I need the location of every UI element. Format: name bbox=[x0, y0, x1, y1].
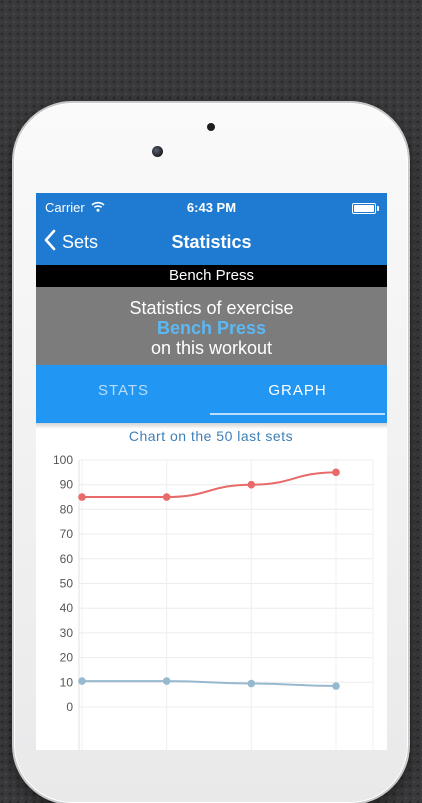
y-tick-label: 80 bbox=[60, 502, 74, 516]
description-exercise: Bench Press bbox=[156, 318, 267, 338]
chart-title: Chart on the 50 last sets bbox=[129, 428, 293, 444]
data-point bbox=[78, 677, 86, 685]
y-tick-label: 0 bbox=[66, 700, 73, 714]
status-bar: Carrier 6:43 PM bbox=[36, 193, 387, 221]
y-tick-label: 10 bbox=[60, 675, 74, 689]
page-title: Statistics bbox=[171, 232, 252, 252]
y-tick-label: 20 bbox=[60, 651, 74, 665]
tab-bar: STATS GRAPH bbox=[36, 365, 387, 423]
data-point bbox=[332, 468, 340, 477]
app-screen: Carrier 6:43 PM Sets Statistics Bench Pr… bbox=[36, 193, 387, 750]
y-tick-label: 70 bbox=[60, 527, 74, 541]
exercise-name-bar: Bench Press bbox=[36, 265, 387, 287]
exercise-description: Statistics of exercise Bench Press on th… bbox=[36, 287, 387, 365]
y-tick-label: 60 bbox=[60, 552, 74, 566]
active-tab-indicator bbox=[210, 413, 385, 415]
description-line-3: on this workout bbox=[150, 338, 273, 358]
data-point bbox=[162, 493, 171, 501]
description-line-1: Statistics of exercise bbox=[129, 298, 294, 318]
clock: 6:43 PM bbox=[186, 200, 237, 215]
y-tick-label: 30 bbox=[60, 626, 74, 640]
data-point bbox=[162, 677, 171, 685]
y-tick-label: 100 bbox=[53, 453, 73, 467]
data-point bbox=[332, 682, 340, 690]
tab-graph-label: GRAPH bbox=[268, 382, 327, 399]
tab-stats[interactable]: STATS bbox=[36, 365, 211, 423]
y-tick-label: 90 bbox=[60, 478, 74, 492]
y-tick-label: 50 bbox=[60, 577, 74, 591]
tab-graph[interactable]: GRAPH bbox=[210, 365, 385, 423]
line-chart: Chart on the 50 last sets 100 90 80 70 60 50 4… bbox=[36, 425, 387, 750]
front-camera bbox=[152, 146, 163, 157]
header: Carrier 6:43 PM Sets Statistics bbox=[36, 193, 387, 265]
y-tick-label: 40 bbox=[60, 601, 74, 615]
data-point bbox=[247, 480, 256, 489]
data-point bbox=[78, 493, 86, 501]
proximity-sensor bbox=[207, 123, 215, 131]
battery-icon bbox=[352, 203, 379, 214]
data-point bbox=[247, 679, 256, 688]
